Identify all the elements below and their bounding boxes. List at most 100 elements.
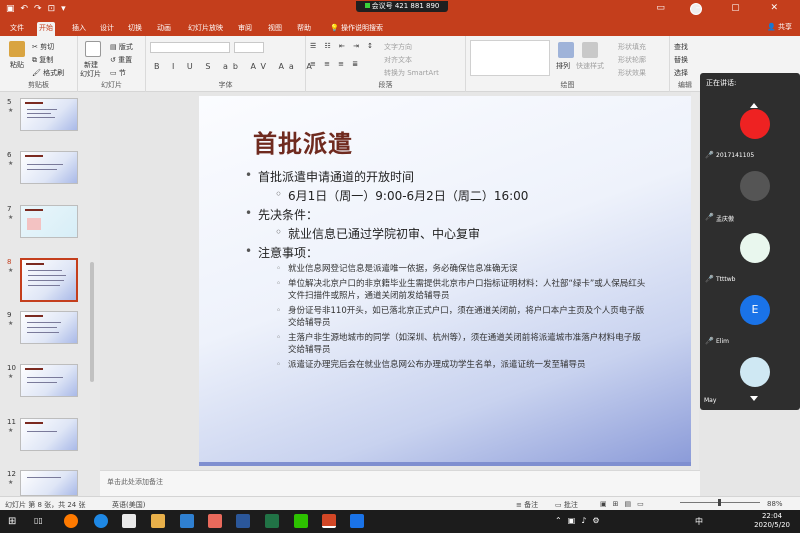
note-item-5[interactable]: 派遣证办理完后会在就业信息网公布办理成功学生名单，派遣证统一发至辅导员: [276, 359, 648, 371]
font-format-buttons[interactable]: B I U S ab AV Aa A: [154, 62, 317, 71]
window-controls[interactable]: ▭ – ▢ ✕: [656, 3, 792, 13]
bullet-open-time[interactable]: 首批派遣申请通道的开放时间: [245, 168, 414, 185]
system-clock[interactable]: 22:04 2020/5/20: [754, 512, 790, 530]
select-button[interactable]: 选择: [674, 68, 688, 78]
list-buttons[interactable]: ☰ ☷ ⇤ ⇥ ↕: [310, 42, 376, 50]
thumbnail-scrollbar[interactable]: [90, 262, 94, 382]
zoom-slider[interactable]: [680, 499, 760, 506]
excel-icon[interactable]: [265, 514, 279, 528]
slide-title[interactable]: 首批派遣: [253, 124, 353, 159]
note-item-1[interactable]: 就业信息网登记信息是派遣唯一依据，务必确保信息准确无误: [276, 263, 648, 275]
slide-canvas[interactable]: 首批派遣 首批派遣申请通道的开放时间 6月1日（周一）9:00-6月2日（周二）…: [199, 96, 691, 466]
participant-tile[interactable]: 🎤 Ttttwb: [700, 231, 800, 291]
mail-icon[interactable]: [180, 514, 194, 528]
font-size-select[interactable]: [234, 42, 264, 53]
store-icon[interactable]: [122, 514, 136, 528]
task-view-icon[interactable]: ▯▯: [34, 516, 43, 525]
layout-button[interactable]: ▤ 版式: [110, 42, 133, 52]
meeting-app-icon[interactable]: [350, 514, 364, 528]
smartart-button[interactable]: 转换为 SmartArt: [384, 68, 439, 78]
slide-thumbnail[interactable]: [20, 98, 78, 131]
notes-pane[interactable]: 单击此处添加备注: [100, 470, 700, 496]
firefox-icon[interactable]: [64, 514, 78, 528]
slide-thumbnail[interactable]: [20, 364, 78, 397]
copy-button[interactable]: ⧉ 复制: [32, 55, 53, 65]
replace-button[interactable]: 替换: [674, 55, 688, 65]
powerpoint-icon[interactable]: [322, 514, 336, 528]
cut-button[interactable]: ✂ 剪切: [32, 42, 54, 52]
bullet-notes[interactable]: 注意事项：: [245, 244, 318, 261]
align-buttons[interactable]: ≡ ≡ ≡ ≣: [310, 60, 361, 68]
arrange-button[interactable]: 排列: [556, 61, 570, 71]
slide-thumbnail[interactable]: [20, 470, 78, 496]
align-text-button[interactable]: 对齐文本: [384, 55, 412, 65]
text-direction-button[interactable]: 文字方向: [384, 42, 412, 52]
windows-start-icon[interactable]: ⊞: [8, 516, 16, 527]
arrange-icon[interactable]: [558, 42, 574, 58]
slide-scrollbar[interactable]: [691, 92, 699, 470]
paste-label[interactable]: 粘贴: [10, 60, 24, 70]
wechat-icon[interactable]: [294, 514, 308, 528]
slide-thumbnail-pane[interactable]: 5 ★ 6 ★ 7 ★ 8 ★ 9 ★ 10 ★ 11 ★ 12 ★: [0, 92, 100, 496]
quick-styles-icon[interactable]: [582, 42, 598, 58]
quick-access-toolbar[interactable]: ▣↶↷⊡▾: [6, 4, 72, 14]
participant-tile[interactable]: 🎤 2017141105: [700, 107, 800, 167]
slide-thumbnail[interactable]: [20, 151, 78, 184]
slide-thumbnail[interactable]: [20, 418, 78, 451]
bullet-prerequisite[interactable]: 先决条件：: [245, 206, 318, 223]
notes-toggle[interactable]: ≡ 备注: [516, 500, 538, 510]
shape-outline-button[interactable]: 形状轮廓: [618, 55, 646, 65]
tell-me-search[interactable]: 💡 操作说明搜索: [328, 22, 385, 36]
slide-thumbnail[interactable]: [20, 311, 78, 344]
tab-file[interactable]: 文件: [8, 22, 26, 36]
shapes-gallery[interactable]: [470, 40, 550, 76]
paste-icon[interactable]: [9, 41, 25, 57]
participant-name: Elim: [716, 338, 729, 345]
ribbon: 粘贴 ✂ 剪切 ⧉ 复制 🖌 格式刷 剪贴板 新建 幻灯片 ▤ 版式 ↺ 重置 …: [0, 36, 800, 92]
zoom-level[interactable]: 88%: [767, 500, 783, 508]
tab-home[interactable]: 开始: [37, 22, 55, 36]
tab-insert[interactable]: 插入: [70, 22, 88, 36]
quick-styles-button[interactable]: 快速样式: [576, 61, 604, 71]
note-item-2[interactable]: 单位解决北京户口的非京籍毕业生需提供北京市户口指标证明材料：人社部“绿卡”或人保…: [276, 278, 648, 302]
font-family-select[interactable]: [150, 42, 230, 53]
language-indicator[interactable]: 英语(美国): [112, 500, 145, 510]
comments-toggle[interactable]: ▭ 批注: [555, 500, 578, 510]
tab-animations[interactable]: 动画: [155, 22, 173, 36]
tab-help[interactable]: 帮助: [295, 22, 313, 36]
sub-bullet-date-range[interactable]: 6月1日（周一）9:00-6月2日（周二）16:00: [275, 187, 528, 204]
participant-tile[interactable]: E 🎤 Elim: [700, 293, 800, 353]
edge-icon[interactable]: [94, 514, 108, 528]
tab-review[interactable]: 审阅: [236, 22, 254, 36]
zoom-slider-thumb[interactable]: [718, 499, 721, 506]
app-icon[interactable]: [208, 514, 222, 528]
file-explorer-icon[interactable]: [151, 514, 165, 528]
participant-tile[interactable]: 🎤 孟庆傲: [700, 169, 800, 229]
shape-effects-button[interactable]: 形状效果: [618, 68, 646, 78]
reset-button[interactable]: ↺ 重置: [110, 55, 132, 65]
note-item-4[interactable]: 主落户非生源地城市的同学（如深圳、杭州等），须在通道关闭前将派遣城市准落户材料电…: [276, 332, 648, 356]
meeting-banner[interactable]: 会议号 421 881 890: [356, 1, 448, 12]
format-painter-button[interactable]: 🖌 格式刷: [32, 68, 64, 78]
slide-thumbnail[interactable]: [20, 205, 78, 238]
thumb-number: 9: [7, 311, 12, 319]
word-icon[interactable]: [236, 514, 250, 528]
tab-view[interactable]: 视图: [266, 22, 284, 36]
thumb-animation-icon: ★: [8, 160, 14, 167]
sub-bullet-review[interactable]: 就业信息已通过学院初审、中心复审: [275, 225, 480, 242]
tab-transitions[interactable]: 切换: [126, 22, 144, 36]
scroll-down-icon[interactable]: [750, 396, 758, 401]
ime-indicator[interactable]: 中: [695, 516, 703, 527]
view-buttons[interactable]: ▣⊞▤▭: [600, 500, 650, 508]
new-slide-label2[interactable]: 幻灯片: [80, 69, 101, 79]
tab-design[interactable]: 设计: [98, 22, 116, 36]
note-item-3[interactable]: 身份证号非110开头，如已落北京正式户口，须在通道关闭前，将户口本户主页及个人页…: [276, 305, 648, 329]
new-slide-icon[interactable]: [85, 41, 101, 57]
tab-slideshow[interactable]: 幻灯片放映: [186, 22, 225, 36]
shape-fill-button[interactable]: 形状填充: [618, 42, 646, 52]
share-button[interactable]: 👤 共享: [767, 22, 792, 32]
section-button[interactable]: ▭ 节: [110, 68, 126, 78]
slide-thumbnail-selected[interactable]: [20, 258, 78, 302]
system-tray-icons[interactable]: ⌃▣♪⚙: [555, 516, 606, 525]
find-button[interactable]: 查找: [674, 42, 688, 52]
